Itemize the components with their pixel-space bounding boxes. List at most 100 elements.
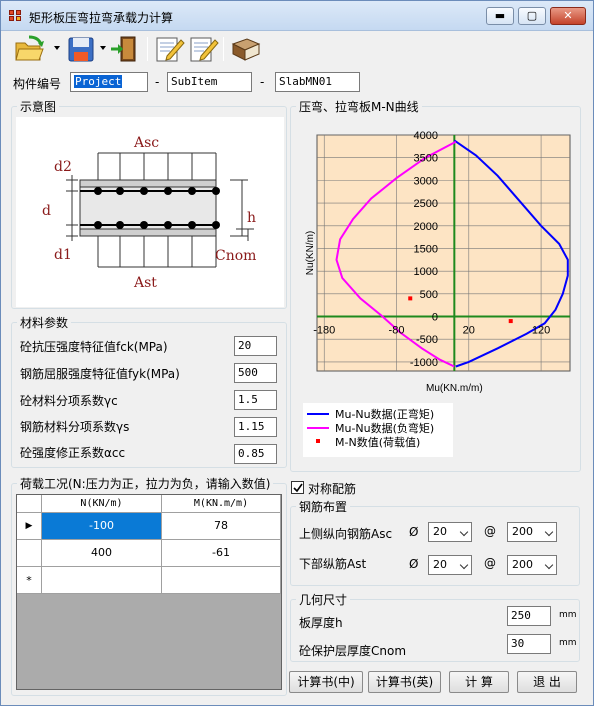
bottom-diameter-value: 20 xyxy=(433,558,447,571)
fck-input[interactable]: 20 xyxy=(234,336,277,356)
y-tick-label: 3500 xyxy=(414,153,438,165)
y-tick-label: 0 xyxy=(432,312,438,324)
top-diameter-select[interactable]: 20 xyxy=(428,522,472,542)
materials-title: 材料参数 xyxy=(17,314,72,331)
y-tick-label: -500 xyxy=(416,334,438,346)
y-tick-label: 1000 xyxy=(414,266,438,278)
row-header[interactable] xyxy=(17,540,42,567)
row-current-marker[interactable]: ▶ xyxy=(17,513,42,540)
d2-label: d2 xyxy=(54,159,72,175)
project-field[interactable]: Project xyxy=(70,72,148,92)
at-symbol: @ xyxy=(484,556,496,570)
chevron-down-icon xyxy=(544,560,554,570)
fyk-label: 钢筋屈服强度特征值fyk(MPa) xyxy=(20,367,180,381)
check-mark-icon xyxy=(293,483,303,493)
member-separator: - xyxy=(155,75,160,89)
close-button[interactable]: ✕ xyxy=(550,7,586,25)
edit-alt-icon[interactable] xyxy=(187,34,219,64)
schematic-group: 示意图 Asc Ast d2 d d1 h Cnom xyxy=(11,98,287,309)
phi-symbol: Ø xyxy=(409,525,419,539)
cover-unit: mm xyxy=(559,638,577,648)
top-spacing-value: 200 xyxy=(512,525,533,538)
x-tick-label: 20 xyxy=(463,325,475,337)
subitem-field[interactable]: SubItem xyxy=(167,72,252,92)
load-point-marker xyxy=(508,319,513,324)
x-axis-label: Mu(KN.m/m) xyxy=(426,383,483,394)
x-tick-label: -80 xyxy=(389,325,405,337)
load-m-cell[interactable]: 78 xyxy=(162,513,281,540)
symmetric-checkbox[interactable] xyxy=(291,481,304,494)
thickness-input[interactable]: 250 xyxy=(507,606,551,626)
fyk-input[interactable]: 500 xyxy=(234,363,277,383)
chevron-down-icon xyxy=(459,527,469,537)
maximize-button[interactable]: ▢ xyxy=(518,7,546,25)
load-n-cell[interactable]: -100 xyxy=(42,513,162,540)
exit-button[interactable]: 退 出 xyxy=(517,671,577,693)
toolbar-separator xyxy=(147,37,148,61)
load-n-cell[interactable]: 400 xyxy=(42,540,162,567)
slab-id-field[interactable]: SlabMN01 xyxy=(275,72,360,92)
y-tick-label: 2000 xyxy=(414,221,438,233)
cover-label: 砼保护层厚度Cnom xyxy=(299,644,407,658)
gamma-c-input[interactable]: 1.5 xyxy=(234,390,277,410)
column-header-m[interactable]: M(KN.m/m) xyxy=(162,495,281,513)
report-cn-button[interactable]: 计算书(中) xyxy=(289,671,363,693)
project-value: Project xyxy=(74,75,123,88)
edit-icon[interactable] xyxy=(153,34,185,64)
schematic-title: 示意图 xyxy=(17,98,60,115)
calculate-button[interactable]: 计 算 xyxy=(449,671,509,693)
d1-label: d1 xyxy=(54,247,72,263)
chevron-down-icon xyxy=(544,527,554,537)
cover-input[interactable]: 30 xyxy=(507,634,551,654)
bottom-diameter-select[interactable]: 20 xyxy=(428,555,472,575)
h-label: h xyxy=(247,210,257,226)
asc-label: Asc xyxy=(134,135,160,151)
open-dropdown-icon[interactable] xyxy=(54,46,60,50)
gamma-s-label: 钢筋材料分项系数γs xyxy=(20,420,130,434)
save-dropdown-icon[interactable] xyxy=(100,46,106,50)
ast-label: Ast xyxy=(134,275,157,291)
row-new-marker[interactable]: * xyxy=(17,567,42,594)
load-m-cell[interactable]: -61 xyxy=(162,540,281,567)
symmetric-label[interactable]: 对称配筋 xyxy=(308,480,356,497)
minimize-button[interactable]: ▬ xyxy=(486,7,514,25)
loads-group: 荷载工况(N:压力为正，拉力为负，请输入数值) N(KN/m) M(KN.m/m… xyxy=(11,475,287,696)
gamma-s-input[interactable]: 1.15 xyxy=(234,417,277,437)
loads-grid[interactable]: N(KN/m) M(KN.m/m) ▶ -100 78 400 -61 * xyxy=(16,494,282,690)
alpha-cc-label: 砼强度修正系数αcc xyxy=(20,446,126,460)
loads-title: 荷载工况(N:压力为正，拉力为负，请输入数值) xyxy=(17,475,274,492)
chart-group: 压弯、拉弯板M-N曲线 4000 3500 3000 2500 2000 1500 1000… xyxy=(290,98,581,472)
gamma-c-label: 砼材料分项系数γc xyxy=(20,394,118,408)
phi-symbol: Ø xyxy=(409,557,419,571)
open-icon[interactable] xyxy=(13,34,45,64)
book-icon[interactable] xyxy=(229,34,261,64)
new-m-cell[interactable] xyxy=(162,567,281,594)
new-n-cell[interactable] xyxy=(42,567,162,594)
y-tick-label: -1000 xyxy=(410,357,438,369)
top-spacing-select[interactable]: 200 xyxy=(507,522,557,542)
alpha-cc-input[interactable]: 0.85 xyxy=(234,444,277,464)
exit-icon[interactable] xyxy=(109,34,141,64)
mn-chart: 4000 3500 3000 2500 2000 1500 1000 500 0 -500 -100… xyxy=(305,130,571,394)
bottom-rebar-label: 下部纵筋Ast xyxy=(299,557,367,571)
bottom-spacing-value: 200 xyxy=(512,558,533,571)
thickness-label: 板厚度h xyxy=(299,616,343,630)
y-tick-label: 2500 xyxy=(414,198,438,210)
member-id-label: 构件编号 xyxy=(13,77,62,91)
fck-label: 砼抗压强度特征值fck(MPa) xyxy=(20,340,168,354)
d-label: d xyxy=(42,203,51,219)
y-tick-label: 4000 xyxy=(414,130,438,142)
legend-swatch-points xyxy=(316,439,320,443)
save-icon[interactable] xyxy=(65,34,97,64)
window-title: 矩形板压弯拉弯承载力计算 xyxy=(29,11,174,25)
bottom-spacing-select[interactable]: 200 xyxy=(507,555,557,575)
materials-group: 材料参数 砼抗压强度特征值fck(MPa) 20 钢筋屈服强度特征值fyk(MP… xyxy=(11,314,287,468)
top-diameter-value: 20 xyxy=(433,525,447,538)
member-separator: - xyxy=(260,75,265,89)
y-axis-label: Nu(KN/m) xyxy=(305,231,316,275)
chevron-down-icon xyxy=(459,560,469,570)
report-en-button[interactable]: 计算书(英) xyxy=(368,671,441,693)
chart-legend: Mu-Nu数据(正弯矩) Mu-Nu数据(负弯矩) M-N数值(荷载值) xyxy=(303,403,453,457)
x-tick-label: 120 xyxy=(532,325,550,337)
column-header-n[interactable]: N(KN/m) xyxy=(42,495,162,513)
